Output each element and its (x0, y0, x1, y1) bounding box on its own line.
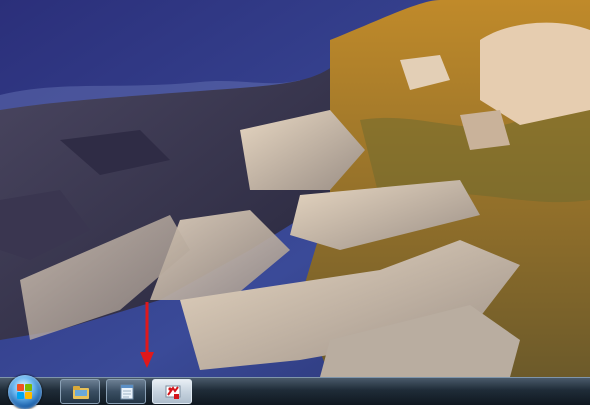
taskbar-button-notepad[interactable] (106, 379, 146, 404)
desktop-wallpaper (0, 0, 590, 377)
taskbar-button-paint[interactable] (152, 379, 192, 404)
folder-icon (73, 386, 89, 399)
taskbar-button-explorer[interactable] (60, 379, 100, 404)
wallpaper-image (0, 0, 590, 377)
taskbar (0, 375, 590, 409)
windows-logo-icon (17, 384, 33, 400)
paint-icon (165, 385, 181, 399)
notepad-icon (120, 384, 134, 400)
